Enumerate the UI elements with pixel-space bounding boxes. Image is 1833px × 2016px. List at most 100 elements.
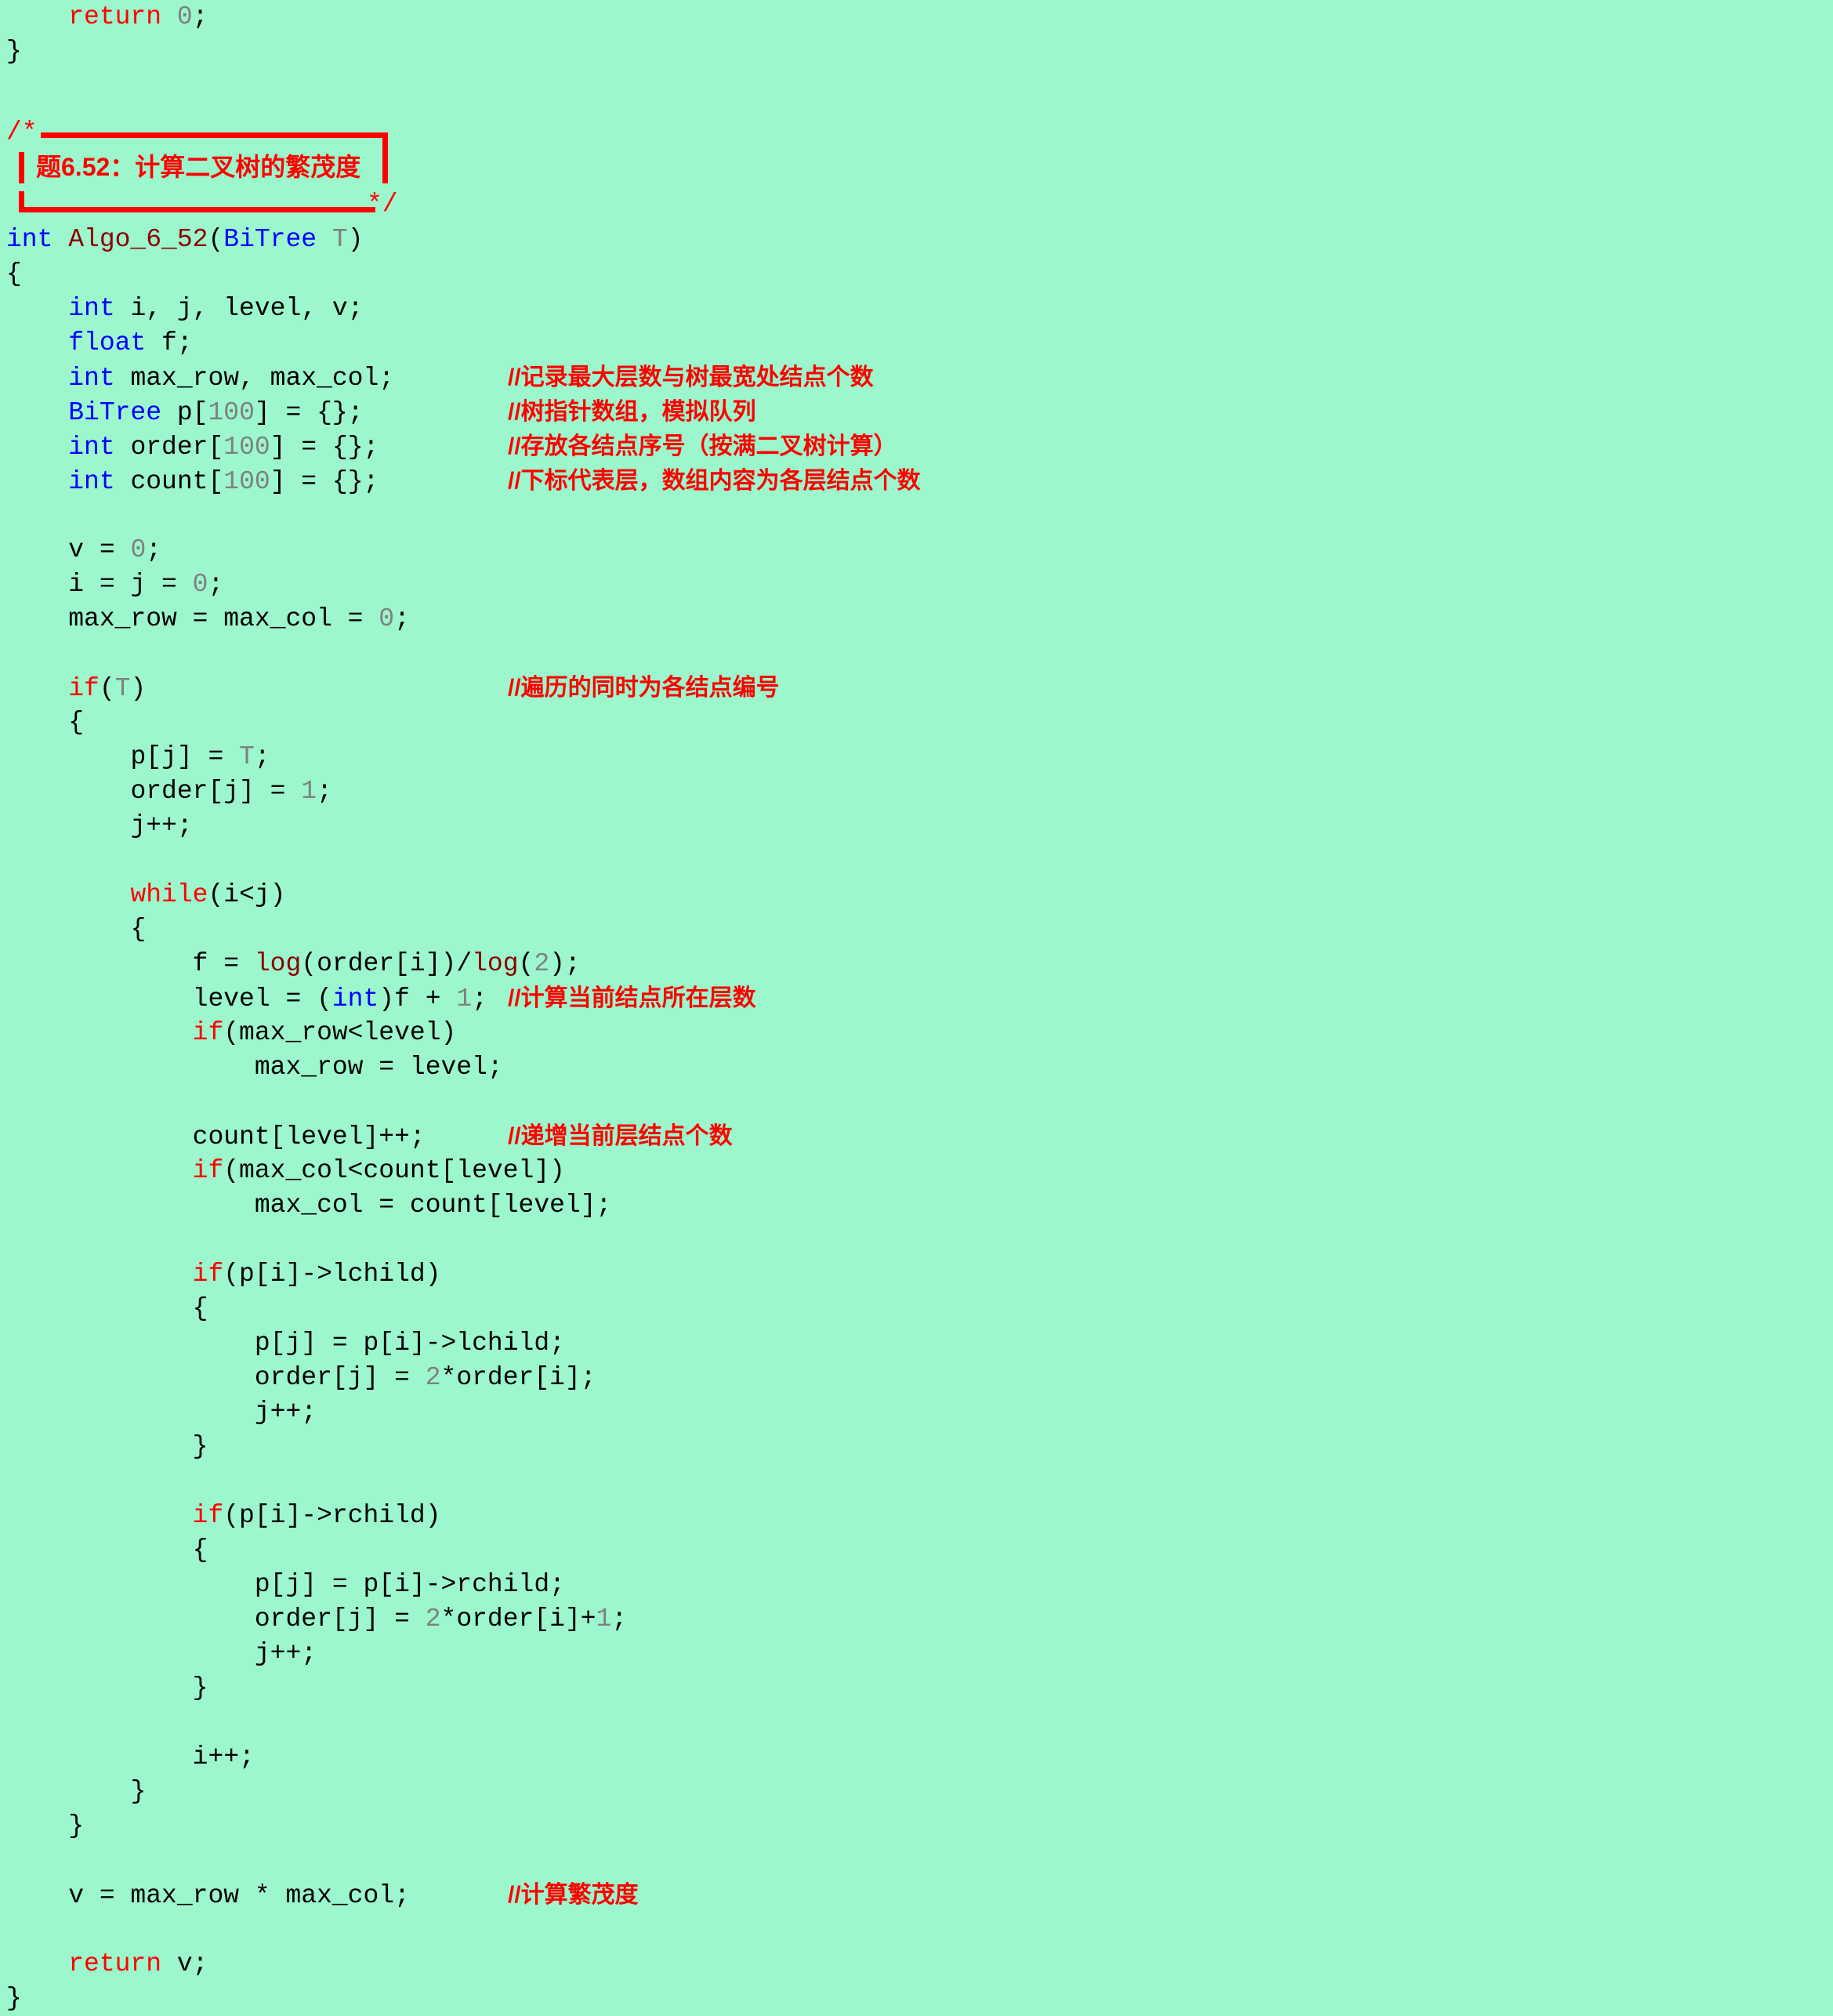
code-token: order[j] = [254,1604,426,1633]
code-text: level = (int)f + 1; [6,982,508,1017]
inline-comment: //存放各结点序号（按满二叉树计算） [508,433,897,459]
code-token: j++; [254,1639,317,1668]
code-text: } [6,34,508,69]
code-text: order[j] = 1; [6,774,508,809]
code-token: if [192,1501,224,1530]
code-token: T [331,225,348,254]
code-token: ) [130,674,147,703]
code-text: if(max_col<count[level]) [6,1154,565,1188]
code-token: *order[i]; [440,1363,596,1392]
code-token: int [68,294,131,323]
code-token: 0 [176,2,193,31]
code-text: count[level]++; [6,1120,508,1155]
code-token: max_col = count[level]; [254,1191,612,1220]
previous-function-tail: return 0;} [0,0,1833,69]
code-line: float f; [0,326,1833,361]
inline-comment: //计算当前结点所在层数 [508,985,756,1011]
banner-top-border: /* [6,118,1833,161]
code-token: order[j] = [130,777,302,806]
code-line: p[j] = T; [0,740,1833,774]
code-token: } [192,1673,208,1702]
banner-right-tick [382,152,388,183]
code-token: j++; [130,811,193,840]
code-token: (i<j) [208,880,286,909]
code-token: f = [192,949,255,978]
code-token: ) [347,225,364,254]
code-line: } [0,1809,1833,1844]
code-token: T [114,674,131,703]
code-token: 1 [456,984,473,1013]
code-token: BiTree [223,225,317,254]
code-token: ; [472,984,487,1013]
code-token: log [254,949,302,978]
code-token: if [68,674,100,703]
code-token: } [192,1432,208,1461]
inline-comment: //遍历的同时为各结点编号 [508,675,780,701]
code-text: max_row = max_col = 0; [6,602,508,636]
code-token: if [192,1156,224,1185]
code-text: p[j] = p[i]->rchild; [6,1568,565,1602]
code-text: int Algo_6_52(BiTree T) [6,223,508,257]
banner-comment-block: /* 题6.52：计算二叉树的繁茂度 */ [0,118,1833,223]
code-token: 100 [208,398,255,427]
code-text: j++; [6,1637,508,1671]
inline-comment: //递增当前层结点个数 [508,1123,733,1149]
code-line: { [0,1533,1833,1568]
code-line: return 0; [0,0,1833,34]
code-text: i = j = 0; [6,567,508,602]
code-token: max_row = max_col = [68,604,379,633]
code-text: int order[100] = {}; [6,430,508,465]
code-token: 2 [534,949,550,978]
code-text: { [6,912,508,947]
code-text: if(p[i]->lchild) [6,1257,508,1292]
code-line: while(i<j) [0,878,1833,912]
code-token: if [192,1018,224,1047]
code-token: max_row = level; [254,1053,503,1082]
code-token: 100 [223,433,270,462]
code-token: 2 [425,1604,441,1633]
code-line: p[j] = p[i]->rchild; [0,1568,1833,1602]
code-token: return [68,1949,177,1978]
code-text: j++; [6,1395,508,1430]
code-text: if(p[i]->rchild) [6,1499,508,1533]
code-token: } [6,1984,22,2013]
code-line: j++; [0,809,1833,843]
code-token: (max_row<level) [223,1018,457,1047]
code-text: v = 0; [6,533,508,567]
code-line: if(T)//遍历的同时为各结点编号 [0,671,1833,705]
code-token: { [192,1294,208,1323]
code-text: f = log(order[i])/log(2); [6,947,581,981]
banner-title-text: 题6.52：计算二叉树的繁茂度 [36,153,361,181]
code-token: if [192,1260,224,1289]
inline-comment: //树指针数组，模拟队列 [508,399,756,425]
code-token: (max_col<count[level]) [223,1156,565,1185]
comment-open-marker: /* [6,118,38,147]
code-text: { [6,1292,508,1326]
code-line: j++; [0,1395,1833,1430]
code-line: if(max_row<level) [0,1016,1833,1050]
code-token: v = [68,535,131,564]
code-line: i = j = 0; [0,567,1833,602]
code-line: if(p[i]->rchild) [0,1499,1833,1533]
code-line: } [0,34,1833,69]
code-text: } [6,1430,508,1464]
